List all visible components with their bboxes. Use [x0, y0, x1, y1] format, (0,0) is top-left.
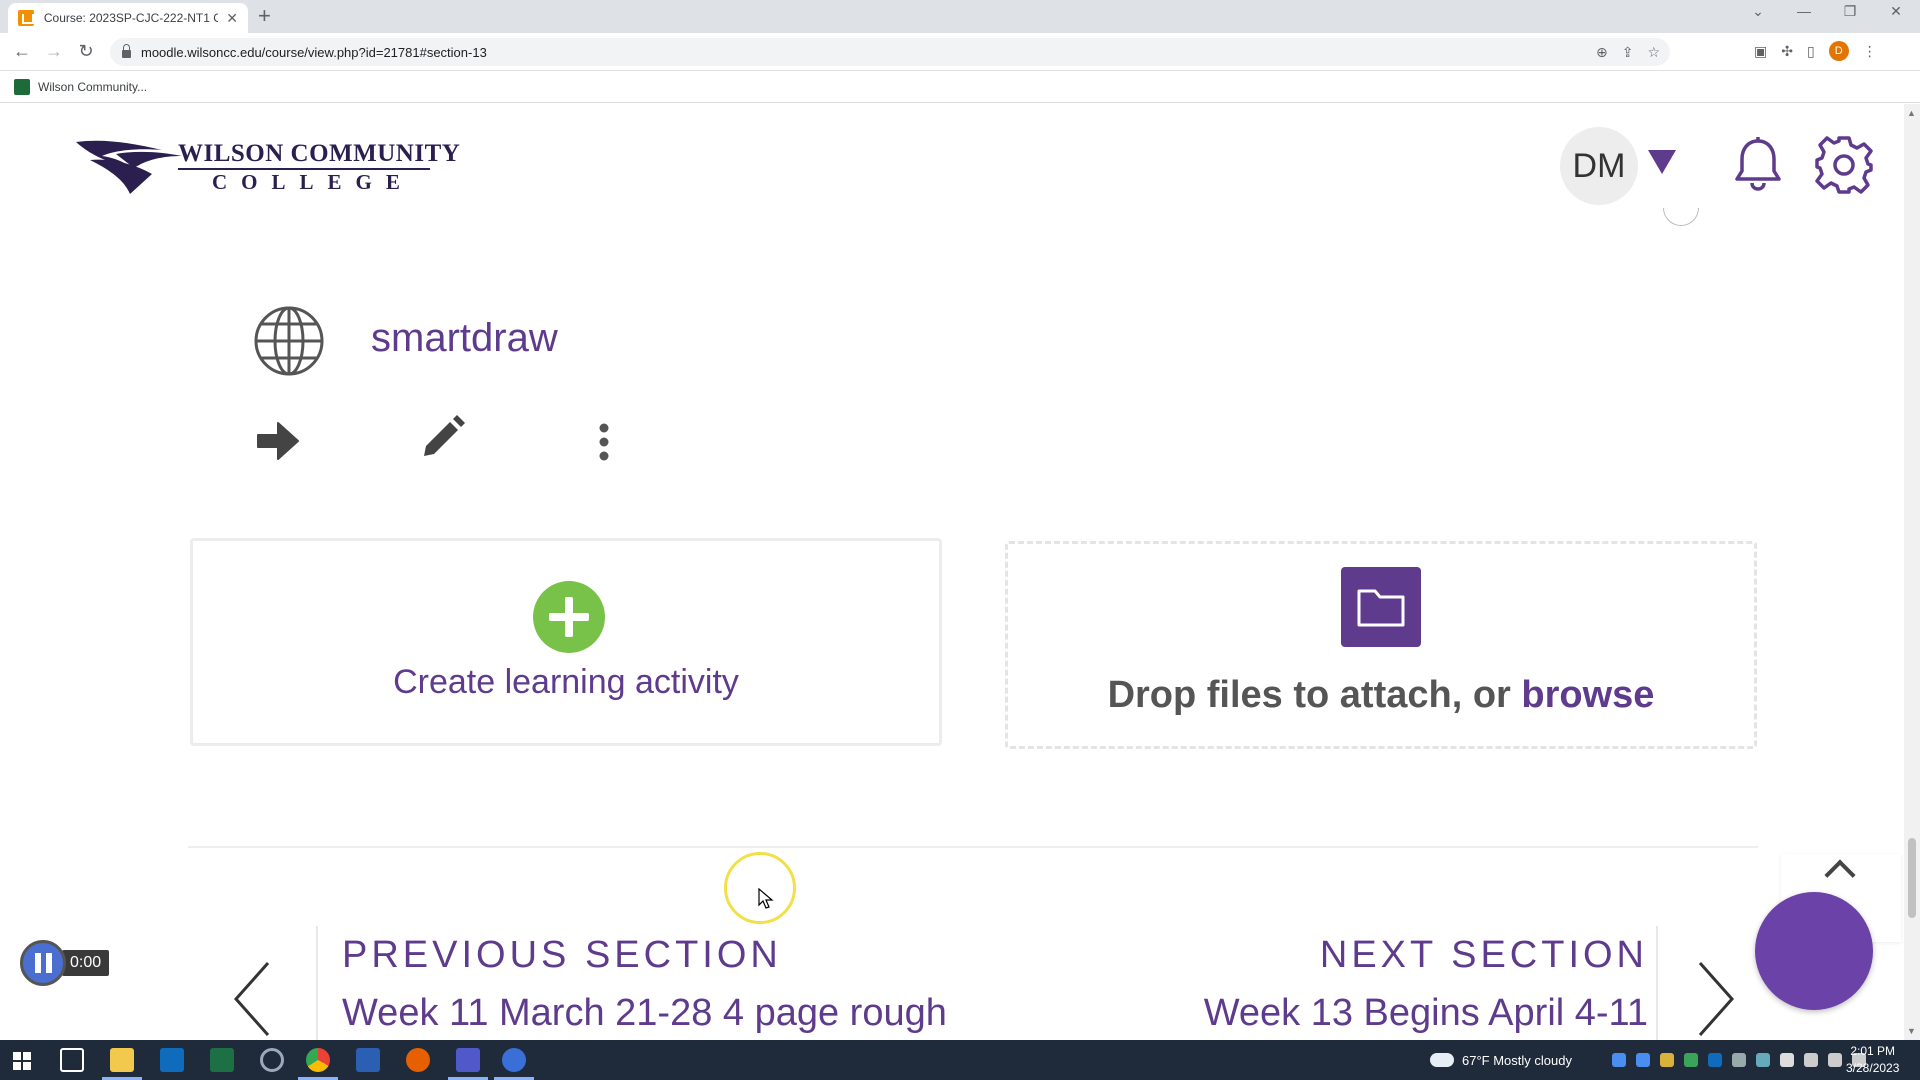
settings-gear-icon[interactable] [1814, 135, 1874, 195]
excel-icon[interactable] [210, 1048, 234, 1072]
user-menu-caret-icon[interactable] [1648, 150, 1676, 174]
teams-icon[interactable] [456, 1048, 480, 1072]
drop-files-text: Drop files to attach, or browse [1008, 674, 1754, 717]
scroll-thumb[interactable] [1908, 838, 1916, 918]
new-tab-button[interactable]: + [258, 4, 271, 28]
restore-icon[interactable]: ❐ [1830, 3, 1870, 20]
bookmark-wilson[interactable]: Wilson Community... [38, 80, 147, 94]
wilson-favicon-icon [14, 78, 30, 95]
chevron-up-icon [1824, 859, 1856, 891]
minimize-icon[interactable]: — [1784, 3, 1824, 19]
college-logo[interactable]: WILSON COMMUNITY COLLEGE [76, 134, 460, 196]
zoom-icon[interactable]: ⊕ [1596, 44, 1608, 61]
scroll-up-icon[interactable]: ▲ [1907, 108, 1916, 118]
menu-kebab-icon[interactable]: ⋮ [1863, 43, 1877, 60]
cloudy-weather-icon [1430, 1047, 1454, 1067]
page-viewport: WILSON COMMUNITY COLLEGE DM smartdraw Cr… [0, 104, 1920, 1040]
weather-widget[interactable]: 67°F Mostly cloudy [1430, 1040, 1572, 1080]
taskbar-clock[interactable]: 2:01 PM 3/28/2023 [1846, 1043, 1899, 1077]
logo-line-1: WILSON COMMUNITY [178, 140, 461, 167]
windows-start-icon[interactable] [13, 1052, 31, 1070]
url-text[interactable]: moodle.wilsoncc.edu/course/view.php?id=2… [141, 45, 487, 60]
previous-section-heading[interactable]: PREVIOUS SECTION [342, 934, 782, 977]
tray-app-icon[interactable] [1684, 1053, 1698, 1067]
notifications-bell-icon[interactable] [1733, 137, 1783, 191]
mouse-pointer-icon [758, 888, 774, 909]
bookmark-star-icon[interactable]: ☆ [1647, 44, 1660, 61]
reload-icon[interactable]: ↻ [74, 41, 98, 62]
firefox-icon[interactable] [406, 1048, 430, 1072]
word-icon[interactable] [356, 1048, 380, 1072]
drop-files-prefix: Drop files to attach, or [1107, 674, 1522, 716]
next-section-heading[interactable]: NEXT SECTION [1320, 934, 1648, 977]
close-tab-icon[interactable]: ✕ [226, 10, 238, 27]
browser-toolbar: ← → ↻ moodle.wilsoncc.edu/course/view.ph… [0, 33, 1920, 71]
wifi-icon[interactable] [1804, 1053, 1818, 1067]
tray-outlook-icon[interactable] [1708, 1053, 1722, 1067]
tab-search-icon[interactable]: ⌄ [1738, 3, 1778, 20]
battery-icon[interactable] [1780, 1053, 1794, 1067]
tray-app-icon[interactable] [1756, 1053, 1770, 1067]
page-scrollbar[interactable]: ▲ ▼ [1904, 104, 1920, 1040]
back-icon[interactable]: ← [10, 41, 34, 62]
share-icon[interactable]: ⇪ [1622, 44, 1634, 61]
extension-icon[interactable]: ▣ [1754, 43, 1767, 60]
previous-section-chevron-icon[interactable] [232, 959, 272, 1039]
browse-link[interactable]: browse [1521, 674, 1654, 716]
tray-network-icon[interactable] [1732, 1053, 1746, 1067]
volume-icon[interactable] [1828, 1053, 1842, 1067]
recording-timer: 0:00 [62, 950, 110, 976]
chat-launcher-button[interactable] [1755, 892, 1873, 1010]
file-drop-zone[interactable]: Drop files to attach, or browse [1005, 541, 1757, 749]
tab-title: Course: 2023SP-CJC-222-NT1 Cr [43, 11, 219, 25]
clock-date: 3/28/2023 [1846, 1061, 1900, 1075]
logo-swoosh-icon [76, 140, 182, 194]
logo-line-2: COLLEGE [212, 170, 414, 194]
previous-section-link[interactable]: Week 11 March 21-28 4 page rough [342, 992, 947, 1035]
scroll-down-icon[interactable]: ▼ [1907, 1026, 1916, 1036]
lock-icon[interactable] [122, 44, 131, 58]
create-learning-activity-button[interactable]: Create learning activity [190, 538, 942, 746]
clock-time: 2:01 PM [1850, 1044, 1896, 1058]
edit-pencil-icon[interactable] [418, 410, 468, 460]
more-options-icon[interactable] [598, 422, 610, 462]
site-header: WILSON COMMUNITY COLLEGE DM [0, 104, 1904, 228]
prev-separator [316, 926, 318, 1040]
folder-icon [1341, 567, 1421, 647]
outlook-icon[interactable] [160, 1048, 184, 1072]
task-view-icon[interactable] [60, 1048, 84, 1072]
tray-app-icon[interactable] [1612, 1053, 1626, 1067]
add-plus-icon [533, 581, 605, 653]
system-tray [1612, 1053, 1866, 1067]
tray-app-icon[interactable] [1660, 1053, 1674, 1067]
tray-app-icon[interactable] [1636, 1053, 1650, 1067]
windows-taskbar: 67°F Mostly cloudy 2:01 PM 3/28/2023 [0, 1040, 1920, 1080]
next-separator [1656, 926, 1658, 1040]
close-window-icon[interactable]: ✕ [1876, 3, 1916, 20]
section-divider [188, 846, 1758, 848]
activity-link-smartdraw[interactable]: smartdraw [371, 316, 558, 361]
next-section-link[interactable]: Week 13 Begins April 4-11 [1204, 992, 1648, 1035]
screen-recorder-app-icon[interactable] [502, 1048, 526, 1072]
bookmarks-bar: Wilson Community... [0, 71, 1920, 103]
screen-recorder-widget: 0:00 [20, 940, 114, 986]
create-activity-label: Create learning activity [393, 663, 739, 701]
tab-strip: Course: 2023SP-CJC-222-NT1 Cr ✕ + ⌄ — ❐ … [0, 0, 1920, 33]
profile-avatar[interactable]: D [1828, 41, 1849, 61]
address-bar[interactable]: moodle.wilsoncc.edu/course/view.php?id=2… [110, 38, 1670, 66]
move-right-arrow-icon[interactable] [254, 417, 300, 465]
globe-icon [254, 306, 324, 376]
next-section-chevron-icon[interactable] [1696, 959, 1736, 1039]
file-explorer-icon[interactable] [110, 1048, 134, 1072]
forward-icon[interactable]: → [42, 41, 66, 62]
pause-recording-icon[interactable] [20, 940, 66, 986]
weather-text: 67°F Mostly cloudy [1462, 1052, 1572, 1068]
browser-tab[interactable]: Course: 2023SP-CJC-222-NT1 Cr ✕ [8, 3, 248, 33]
moodle-favicon-icon [18, 10, 34, 26]
chrome-icon[interactable] [306, 1048, 330, 1072]
side-panel-icon[interactable]: ▯ [1807, 43, 1815, 60]
cortana-icon[interactable] [260, 1048, 284, 1072]
puzzle-icon[interactable]: ✣ [1781, 43, 1793, 60]
user-avatar[interactable]: DM [1560, 127, 1638, 205]
